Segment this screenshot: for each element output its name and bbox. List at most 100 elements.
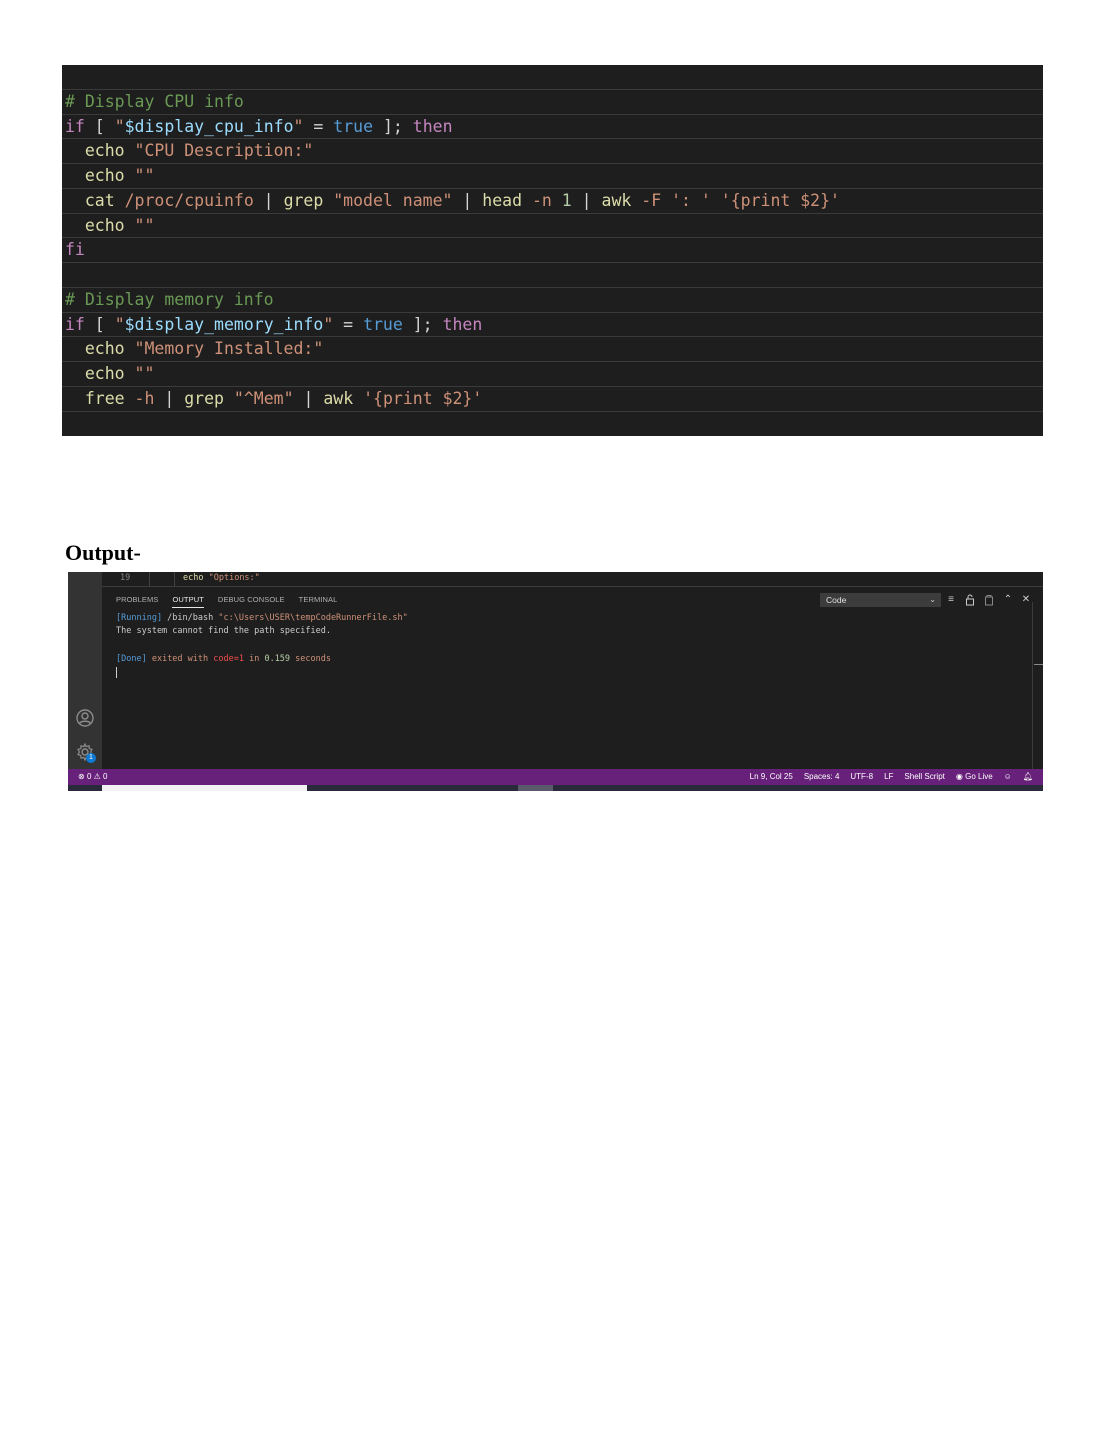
vscode-window: 1 19 echo "Options:" PROBLEMS OUTPUT DEBUG… (68, 572, 1043, 791)
code-token: $display_memory_info (124, 314, 324, 334)
code-token: -h (134, 388, 155, 408)
done-text: exited with (146, 654, 214, 664)
code-token: echo (65, 166, 125, 185)
warning-count: 0 (103, 772, 108, 781)
output-error-line: The system cannot find the path specifie… (116, 626, 331, 636)
lock-icon[interactable] (964, 593, 976, 607)
code-token: echo (65, 364, 125, 383)
code-line: fi (62, 238, 1043, 264)
editor-code-line[interactable]: echo "Options:" (183, 572, 260, 585)
code-line: if [ "$display_memory_info" = true ]; th… (62, 313, 1043, 338)
taskbar (68, 785, 1043, 791)
code-token: 1 (561, 190, 572, 210)
gutter-divider (149, 572, 150, 586)
code-token: '{print $2}' (720, 190, 840, 210)
running-path: "c:\Users\USER\tempCodeRunnerFile.sh" (218, 613, 408, 623)
code-string: "Options:" (208, 573, 260, 583)
list-filter-icon[interactable]: ≡ (945, 593, 957, 607)
output-running-line: [Running] /bin/bash "c:\Users\USER\tempC… (116, 613, 408, 624)
code-token: echo (65, 141, 125, 161)
code-token: -n (531, 190, 552, 210)
tab-output[interactable]: OUTPUT (172, 594, 204, 608)
cursor-position[interactable]: Ln 9, Col 25 (750, 769, 793, 785)
code-token: [ (84, 314, 115, 334)
indentation[interactable]: Spaces: 4 (804, 769, 840, 785)
problems-status[interactable]: ⊗ 0 ⚠ 0 (78, 769, 107, 785)
clear-output-icon[interactable] (983, 593, 995, 607)
text-cursor (116, 667, 117, 678)
code-token: | (154, 388, 185, 408)
code-token: ]; (402, 314, 443, 334)
taskbar-app (102, 785, 307, 791)
code-token: free (65, 388, 125, 408)
code-line: echo "" (62, 214, 1043, 239)
done-text-in: in (243, 654, 265, 664)
code-line: echo "CPU Description:" (62, 139, 1043, 165)
go-live-button[interactable]: ◉ Go Live (956, 769, 993, 785)
code-line: echo "" (62, 362, 1043, 387)
line-ending[interactable]: LF (884, 769, 893, 785)
done-tag: [Done] (116, 654, 147, 664)
running-command: /bin/bash (162, 613, 219, 623)
code-line: # Display CPU info (62, 90, 1043, 115)
feedback-icon[interactable]: ☺ (1004, 769, 1012, 785)
tab-problems[interactable]: PROBLEMS (116, 594, 158, 608)
bell-icon[interactable]: 🔔︎ (1023, 769, 1033, 785)
code-token: echo (65, 339, 125, 359)
code-token: ': ' (671, 190, 711, 210)
code-token: | (571, 190, 602, 210)
code-token: # Display CPU info (65, 91, 244, 111)
account-icon[interactable] (75, 708, 95, 728)
code-block: # Display CPU info if [ "$display_cpu_inf… (62, 65, 1043, 436)
code-token: grep (283, 190, 324, 210)
status-bar: ⊗ 0 ⚠ 0 Ln 9, Col 25 Spaces: 4 UTF-8 LF … (68, 769, 1043, 785)
tab-debug-console[interactable]: DEBUG CONSOLE (218, 594, 285, 608)
encoding[interactable]: UTF-8 (850, 769, 873, 785)
panel-scrollbar[interactable] (1032, 602, 1043, 769)
code-token: '{print $2}' (363, 388, 483, 408)
code-token: awk (601, 190, 632, 210)
code-token: " (323, 314, 334, 334)
code-line: echo "" (62, 164, 1043, 189)
code-line: # Display memory info (62, 288, 1043, 313)
code-line: if [ "$display_cpu_info" = true ]; then (62, 115, 1043, 140)
code-keyword: echo (183, 573, 204, 583)
maximize-panel-icon[interactable]: ⌃ (1002, 593, 1014, 607)
code-token: "" (134, 215, 155, 235)
editor-strip: 19 echo "Options:" (102, 572, 1043, 587)
taskbar-app-active (518, 785, 553, 791)
warning-icon: ⚠ (93, 772, 101, 781)
code-token: true (363, 314, 403, 334)
code-token: cat (65, 190, 115, 210)
code-line (62, 263, 1043, 288)
language-mode[interactable]: Shell Script (904, 769, 944, 785)
code-token: | (253, 190, 284, 210)
code-token: fi (65, 240, 85, 260)
code-token: awk (323, 388, 354, 408)
tab-terminal[interactable]: TERMINAL (299, 594, 338, 608)
output-channel-value: Code (826, 595, 847, 605)
exit-code: code=1 (213, 654, 244, 664)
line-number: 19 (120, 573, 131, 583)
code-token: then (412, 116, 453, 136)
code-token: [ (84, 116, 115, 136)
code-token: grep (184, 388, 224, 408)
error-count: 0 (86, 772, 92, 781)
indent-guide (174, 572, 175, 586)
code-token: "^Mem" (233, 388, 294, 408)
output-channel-select[interactable]: Code ⌄ (820, 593, 941, 607)
done-time: 0.159 (264, 654, 291, 664)
output-done-line: [Done] exited with code=1 in 0.159 secon… (116, 654, 331, 665)
done-text-seconds: seconds (290, 654, 331, 664)
close-panel-icon[interactable]: ✕ (1020, 593, 1032, 607)
code-line: free -h | grep "^Mem" | awk '{print $2}' (62, 387, 1043, 412)
chevron-down-icon: ⌄ (929, 595, 936, 604)
